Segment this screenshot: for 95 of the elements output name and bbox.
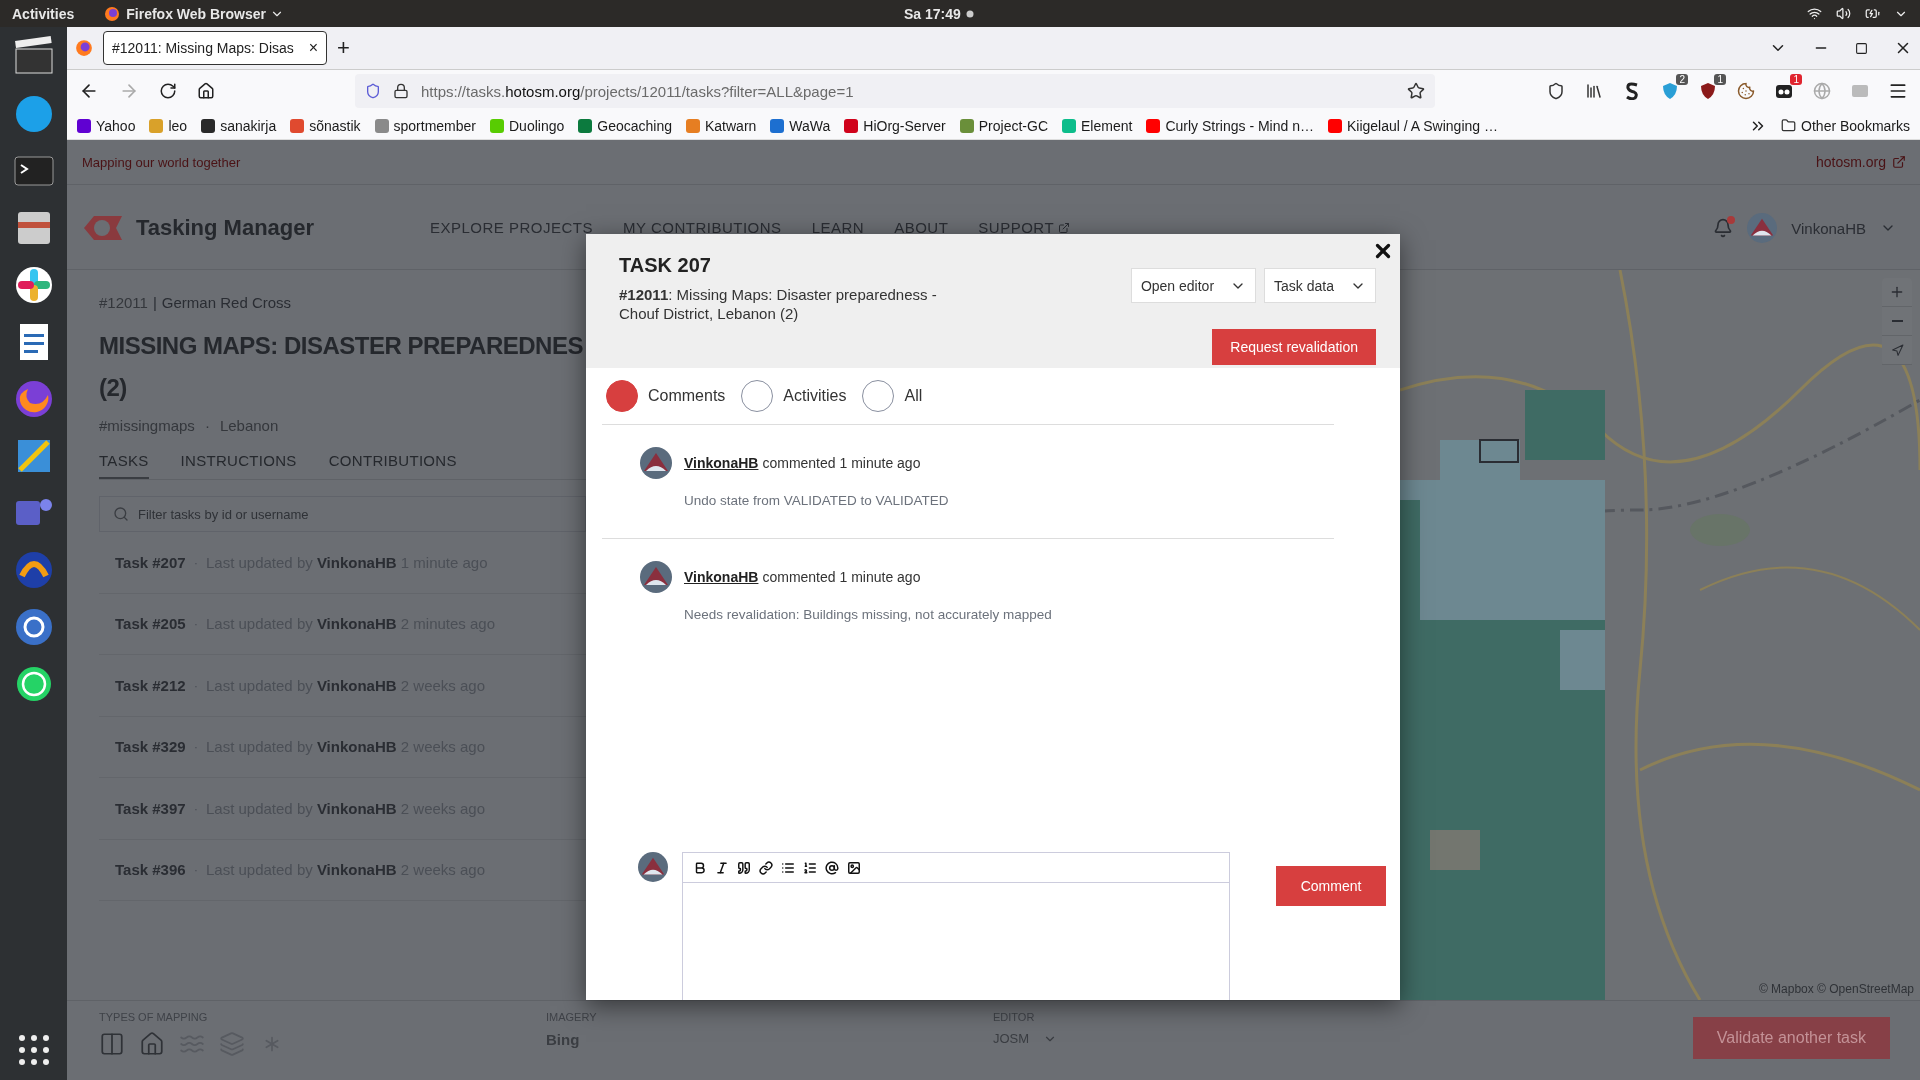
minus-icon [1891,320,1903,322]
dialog-title: TASK 207 [619,254,712,277]
bookmark[interactable]: HiOrg-Server [844,117,946,134]
bookmark-folder[interactable]: Other Bookmarks [1781,117,1910,134]
bookmark[interactable]: leo [149,117,188,134]
browser-tab[interactable]: #12011: Missing Maps: Disas × [103,31,327,65]
restore-icon[interactable] [1855,41,1868,55]
wifi-icon[interactable] [1807,6,1822,21]
user-avatar [1747,213,1778,243]
separator: · [193,616,198,632]
browser-icon[interactable] [75,39,93,57]
comment-meta: commented 1 minute ago [762,569,921,585]
bold-icon[interactable] [693,860,707,875]
count-badge: 1 [1790,74,1802,85]
user-avatar [640,447,672,479]
dot-icon [965,9,974,18]
menu-icon[interactable] [1888,81,1908,101]
bookmark[interactable]: Curly Strings - Mind n… [1146,117,1314,134]
bookmark[interactable]: Element [1062,117,1133,134]
activities-button[interactable]: Activities [12,5,75,22]
filter-radio[interactable]: Comments [606,380,726,412]
link-icon[interactable] [759,860,773,875]
new-tab-button[interactable]: + [337,35,350,61]
separator: · [193,739,198,755]
separator: · [193,862,198,878]
library-icon[interactable] [1585,82,1603,100]
comment-text: Needs revalidation: Buildings missing, not accurately mapped [684,607,1053,622]
comment-button[interactable]: Comment [1276,866,1386,906]
external-link-icon [1892,155,1906,169]
battery-icon[interactable] [1865,6,1880,21]
separator: · [193,800,198,816]
numbered-list-icon[interactable] [803,860,817,875]
count-badge: 1 [1714,74,1726,85]
folder-icon [1781,118,1797,133]
swirl-icon[interactable] [1625,82,1639,100]
bookmark[interactable]: Yahoo [77,117,136,134]
bookmark[interactable]: Kiigelaul / A Swinging … [1327,117,1498,134]
bookmark[interactable]: sportmember [374,117,476,134]
filter-radio[interactable]: Activities [741,380,847,412]
user-link[interactable]: VinkonaHB [684,455,759,471]
plus-icon [1889,284,1905,300]
reload-icon[interactable] [159,82,177,100]
home-icon[interactable] [197,82,215,100]
notification-bell-icon[interactable] [1713,218,1734,238]
separator: · [204,417,210,434]
app-menu[interactable]: Firefox Web Browser [126,5,267,22]
separator: | [152,294,157,311]
bookmark[interactable]: Project-GC [959,117,1048,134]
dialog-subtitle: #12011: Missing Maps: Disaster preparedness - Chouf District, Lebanon (2) [619,285,938,323]
volume-icon[interactable] [1836,6,1851,21]
mask-icon[interactable] [1775,82,1793,100]
star-icon[interactable] [1407,82,1425,100]
address-bar[interactable]: https://tasks.hotosm.org/projects/12011/tasks?filter=ALL&page=1 [355,74,1435,108]
bullet-list-icon[interactable] [781,860,795,875]
external-link-icon [1058,221,1071,234]
cookie-icon[interactable] [1737,82,1755,100]
lock-icon [393,83,409,99]
bookmark[interactable]: sanakirja [201,117,277,134]
user-link[interactable]: VinkonaHB [684,569,759,585]
bookmark[interactable]: Geocaching [578,117,672,134]
user-avatar [640,561,672,593]
bookmark[interactable]: Duolingo [490,117,565,134]
italic-icon[interactable] [715,860,729,875]
dropdown-button[interactable]: Open editor [1130,268,1257,303]
request-revalidation-button[interactable]: Request revalidation [1212,329,1376,365]
organisation-name: German Red Cross [161,294,292,311]
close-tab-button[interactable]: × [308,39,318,57]
clock[interactable]: Sa 17:49 [904,5,961,22]
filter-field[interactable]: Filter tasks by id or username [99,496,586,532]
quote-icon[interactable] [737,860,751,875]
user-avatar [638,852,668,882]
hashtag: #missingmaps [99,417,195,434]
browser-icon [104,5,121,22]
separator: · [193,554,198,570]
shield-icon[interactable] [1699,82,1717,100]
project-title: MISSING MAPS: DISASTER PREPAREDNES [99,331,584,361]
logo-icon [82,213,124,243]
comment-text: Undo state from VALIDATED to VALIDATED [684,493,950,508]
mention-icon[interactable] [825,860,839,875]
bookmark[interactable]: WaWa [770,117,831,134]
search-icon [113,506,129,522]
app-grid-icon[interactable] [17,1034,50,1066]
project-title: (2) [99,373,128,403]
bookmark[interactable]: Katwarn [686,117,757,134]
project-id: #12011 [99,294,148,311]
dropdown-button[interactable]: Task data [1264,268,1376,303]
separator: · [193,677,198,693]
bookmark[interactable]: sõnastik [290,117,361,134]
comment-meta: commented 1 minute ago [762,455,921,471]
map-attribution: © Mapbox © OpenStreetMap [1758,982,1914,996]
shield-icon [365,83,381,99]
count-badge: 2 [1676,74,1688,85]
compass-icon [1890,343,1904,357]
image-icon[interactable] [847,860,861,875]
tagline: Mapping our world together [82,154,241,170]
